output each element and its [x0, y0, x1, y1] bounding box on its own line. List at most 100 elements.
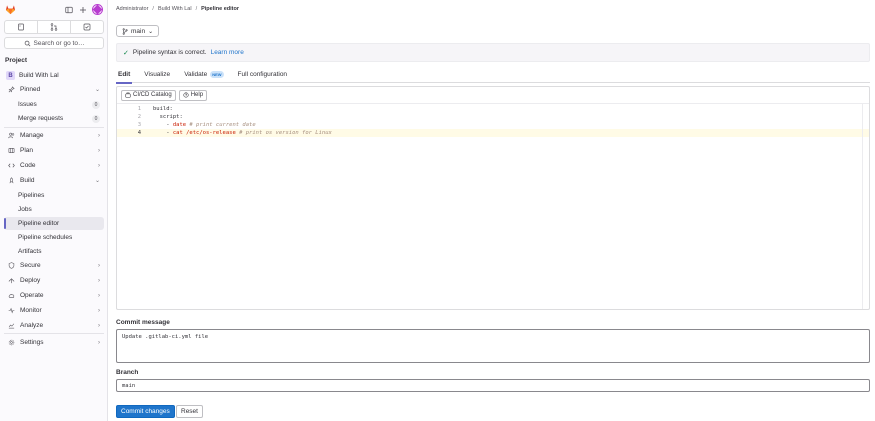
- chevron-right-icon: ›: [98, 322, 100, 329]
- button-label: Help: [190, 92, 204, 98]
- commit-message-textarea[interactable]: Update .gitlab-ci.yml file: [116, 329, 870, 363]
- sidebar-header: [0, 0, 108, 20]
- rocket-icon: [6, 177, 16, 184]
- sidebar-item-manage[interactable]: Manage ›: [4, 129, 104, 142]
- sidebar-item-settings[interactable]: Settings ›: [4, 336, 104, 349]
- sidebar-item-issues[interactable]: Issues 0: [4, 98, 104, 111]
- tab-full-configuration[interactable]: Full configuration: [236, 65, 290, 83]
- help-button[interactable]: Help: [178, 89, 208, 101]
- sidebar-item-project[interactable]: B Build With Lal: [4, 69, 104, 82]
- tab-label: Validate: [184, 70, 208, 78]
- learn-more-link[interactable]: Learn more: [211, 49, 244, 56]
- cicd-catalog-button[interactable]: CI/CD Catalog: [121, 89, 176, 101]
- search-label: Search or go to…: [33, 39, 85, 47]
- new-badge: NEW: [210, 70, 224, 78]
- tab-label: Visualize: [144, 70, 171, 78]
- sidebar-item-pipeline-schedules[interactable]: Pipeline schedules: [4, 231, 104, 244]
- sidebar-item-pipelines[interactable]: Pipelines: [4, 189, 104, 202]
- sidebar-item-label: Pinned: [20, 86, 41, 93]
- tab-validate[interactable]: Validate NEW: [182, 65, 225, 83]
- sidebar-item-pipeline-editor[interactable]: Pipeline editor: [4, 217, 104, 230]
- code-line-current: 4 - cat /etc/os-release # print os versi…: [117, 129, 869, 137]
- sidebar-item-secure[interactable]: Secure ›: [4, 259, 104, 272]
- sidebar-item-label: Build: [20, 177, 35, 184]
- deployments-icon: [6, 277, 16, 284]
- line-number: 4: [137, 130, 141, 136]
- sidebar-item-label: Pipelines: [18, 192, 45, 199]
- tab-label: Edit: [118, 70, 131, 78]
- sidebar-divider: [4, 127, 104, 128]
- sidebar-item-plan[interactable]: Plan ›: [4, 144, 104, 157]
- line-number: 1: [137, 106, 141, 112]
- sidebar-item-label: Artifacts: [18, 248, 42, 255]
- sidebar-item-label: Code: [20, 162, 36, 169]
- code-text: - date # print current date: [145, 122, 255, 128]
- cloud-icon: [6, 292, 16, 299]
- merge-requests-tab-icon[interactable]: [38, 21, 71, 33]
- sidebar-item-pinned[interactable]: Pinned ⌄: [4, 83, 104, 96]
- sidebar-item-analyze[interactable]: Analyze ›: [4, 319, 104, 332]
- chevron-right-icon: ›: [98, 339, 100, 346]
- sidebar-item-label: Secure: [20, 262, 41, 269]
- sidebar-item-label: Pipeline editor: [18, 220, 60, 227]
- breadcrumb-separator: /: [152, 6, 154, 12]
- line-number: 3: [137, 122, 141, 128]
- search-button[interactable]: Search or go to…: [4, 37, 104, 49]
- breadcrumb: Administrator / Build With Lal / Pipelin…: [116, 6, 239, 12]
- chevron-down-icon: ⌄: [148, 28, 154, 35]
- commit-changes-button[interactable]: Commit changes: [116, 405, 175, 418]
- sidebar-item-label: Merge requests: [18, 115, 64, 122]
- gitlab-logo-icon[interactable]: [5, 4, 16, 15]
- sidebar-item-deploy[interactable]: Deploy ›: [4, 274, 104, 287]
- alert-text: Pipeline syntax is correct.: [132, 49, 207, 56]
- question-icon: [183, 92, 189, 98]
- breadcrumb-item[interactable]: Build With Lal: [158, 6, 192, 12]
- sidebar-item-label: Settings: [20, 339, 44, 346]
- code-comment: # print os version for Linux: [235, 130, 332, 136]
- project-avatar: B: [6, 71, 15, 80]
- line-number: 2: [137, 114, 141, 120]
- sidebar-item-label: Manage: [20, 132, 44, 139]
- collapse-sidebar-icon[interactable]: [64, 5, 73, 14]
- chevron-right-icon: ›: [98, 292, 100, 299]
- editor-tabs: Edit Visualize Validate NEW Full configu…: [116, 65, 870, 84]
- chevron-right-icon: ›: [98, 147, 100, 154]
- branch-input[interactable]: main: [116, 379, 870, 392]
- code-line: 2 script:: [117, 113, 869, 121]
- chevron-down-icon: ⌄: [94, 87, 100, 93]
- issues-tab-icon[interactable]: [5, 21, 38, 33]
- sidebar-item-artifacts[interactable]: Artifacts: [4, 245, 104, 258]
- shield-icon: [6, 262, 16, 269]
- sidebar-item-operate[interactable]: Operate ›: [4, 289, 104, 302]
- planning-icon: [6, 147, 16, 154]
- tab-visualize[interactable]: Visualize: [142, 65, 172, 83]
- main-content: Administrator / Build With Lal / Pipelin…: [108, 0, 875, 421]
- editor-scrollbar[interactable]: [862, 103, 863, 309]
- sidebar: Search or go to… Project B Build With La…: [0, 0, 108, 421]
- plus-icon[interactable]: [78, 5, 87, 14]
- users-icon: [6, 132, 16, 139]
- sidebar-item-label: Build With Lal: [19, 72, 59, 79]
- branch-label: Branch: [116, 369, 139, 376]
- chevron-right-icon: ›: [98, 262, 100, 269]
- code-area[interactable]: 1 build: 2 script: 3 - date # print curr…: [117, 103, 869, 309]
- avatar[interactable]: [92, 4, 103, 15]
- code-command: date: [172, 122, 187, 128]
- sidebar-item-code[interactable]: Code ›: [4, 159, 104, 172]
- code-text: - cat /etc/os-release # print os version…: [145, 130, 332, 136]
- breadcrumb-current[interactable]: Pipeline editor: [201, 6, 239, 12]
- code-line: 3 - date # print current date: [117, 121, 869, 129]
- branch-selector[interactable]: main ⌄: [116, 25, 160, 37]
- sidebar-item-build[interactable]: Build ⌄: [4, 174, 104, 187]
- sidebar-item-jobs[interactable]: Jobs: [4, 203, 104, 216]
- code-indent: -: [153, 122, 173, 128]
- search-icon: [24, 40, 30, 46]
- sidebar-item-monitor[interactable]: Monitor ›: [4, 304, 104, 317]
- tab-edit[interactable]: Edit: [116, 65, 133, 84]
- breadcrumb-item[interactable]: Administrator: [116, 6, 148, 12]
- reset-button[interactable]: Reset: [176, 405, 203, 418]
- sidebar-item-merge-requests[interactable]: Merge requests 0: [4, 112, 104, 125]
- pin-icon: [6, 86, 16, 93]
- todo-tab-icon[interactable]: [71, 21, 103, 33]
- chevron-right-icon: ›: [98, 307, 100, 314]
